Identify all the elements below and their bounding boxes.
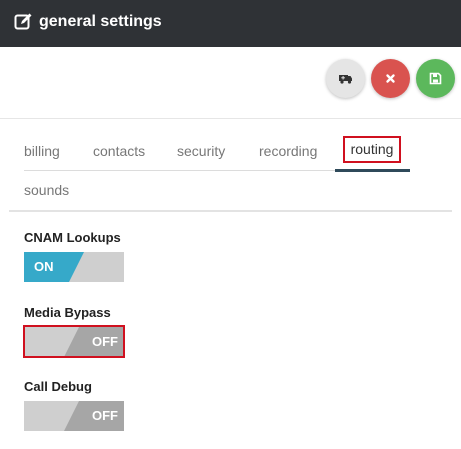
- edit-icon: [14, 13, 32, 30]
- tab-contacts[interactable]: contacts: [93, 142, 145, 160]
- call-debug-label: Call Debug: [24, 379, 92, 394]
- toggle-state: OFF: [92, 408, 118, 423]
- save-icon: [429, 72, 442, 85]
- header-bar: general settings: [0, 0, 461, 47]
- page-title: general settings: [39, 13, 162, 30]
- tab-recording[interactable]: recording: [259, 142, 317, 160]
- cnam-lookups-toggle[interactable]: ON: [24, 252, 124, 282]
- tab-routing[interactable]: routing: [343, 136, 401, 163]
- divider: [0, 118, 461, 119]
- ambulance-icon: [339, 75, 352, 84]
- save-button[interactable]: [416, 59, 455, 98]
- tabs-bottom-divider: [9, 210, 452, 212]
- active-tab-indicator: [335, 169, 410, 172]
- toggle-state: ON: [34, 259, 54, 274]
- media-bypass-toggle[interactable]: OFF: [24, 327, 124, 357]
- cnam-lookups-label: CNAM Lookups: [24, 230, 121, 245]
- cancel-button[interactable]: [371, 59, 410, 98]
- toggle-state: OFF: [92, 334, 118, 349]
- tab-sounds[interactable]: sounds: [24, 181, 69, 199]
- call-debug-toggle[interactable]: OFF: [24, 401, 124, 431]
- media-bypass-label: Media Bypass: [24, 305, 111, 320]
- tab-security[interactable]: security: [177, 142, 225, 160]
- ambulance-button[interactable]: [326, 59, 365, 98]
- tab-billing[interactable]: billing: [24, 142, 60, 160]
- close-icon: [386, 74, 395, 83]
